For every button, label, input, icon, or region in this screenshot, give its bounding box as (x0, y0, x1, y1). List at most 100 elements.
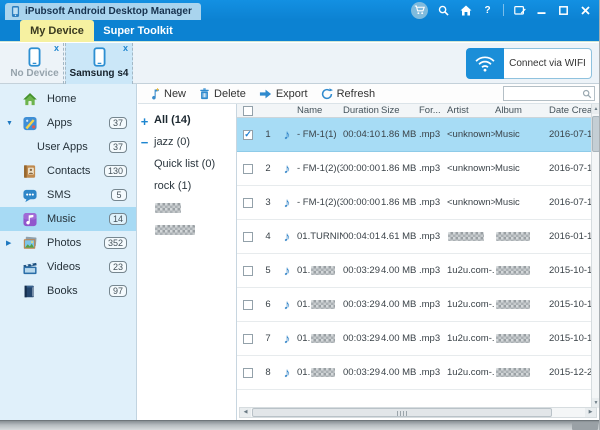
column-header-date-created[interactable]: Date Crea... (549, 105, 591, 116)
device-tab-samsung-s4[interactable]: x Samsung s4 (65, 43, 133, 84)
blurred-text (311, 300, 335, 309)
scroll-grip (397, 411, 407, 416)
window-bottom-frame (0, 420, 600, 430)
vertical-scrollbar[interactable]: ▲ ▼ (591, 104, 600, 408)
sidebar-item-photos[interactable]: ▶Photos352 (0, 231, 136, 255)
expand-icon[interactable]: ▶ (0, 239, 14, 247)
playlist-item[interactable]: All (14) (151, 109, 236, 131)
search-icon[interactable] (437, 4, 450, 17)
search-icon[interactable] (582, 89, 594, 99)
playlist-item[interactable]: Quick list (0) (151, 153, 236, 175)
row-checkbox[interactable] (243, 334, 253, 344)
sidebar-item-apps[interactable]: ▼Apps37 (0, 111, 136, 135)
remove-playlist-button[interactable]: − (138, 136, 151, 149)
resize-grip[interactable] (572, 423, 598, 430)
videos-icon (22, 259, 40, 275)
table-row[interactable]: 2♪- FM-1(2)(3)...00:00:001.86 MB.mp3<unk… (237, 152, 591, 186)
scroll-right-icon[interactable]: ▶ (585, 408, 596, 417)
column-header-size[interactable]: Size (381, 105, 419, 116)
vertical-scroll-thumb[interactable] (592, 116, 600, 152)
sidebar-item-label: Videos (47, 261, 80, 273)
column-header-album[interactable]: Album (495, 105, 549, 116)
sidebar-item-label: Home (47, 93, 76, 105)
close-device-icon[interactable]: x (54, 44, 59, 53)
home-icon[interactable] (459, 4, 472, 17)
table-row[interactable]: 6♪01.00:03:294.00 MB.mp31u2u.com-...2015… (237, 288, 591, 322)
device-bar: x No Device x Samsung s4 Connect via WIF… (0, 43, 600, 84)
close-device-icon[interactable]: x (123, 44, 128, 53)
playlist-item[interactable]: rock (1) (151, 175, 236, 197)
collapse-icon[interactable]: ▼ (0, 120, 14, 127)
blurred-text (496, 334, 530, 343)
body: Home ▼Apps37User Apps37Contacts130SMS5Mus… (0, 84, 600, 420)
column-header-duration[interactable]: Duration (343, 105, 381, 116)
sidebar-item-sms[interactable]: SMS5 (0, 183, 136, 207)
blurred-text (155, 203, 181, 213)
row-checkbox[interactable] (243, 198, 253, 208)
table-row[interactable]: ✓1♪- FM-1(1)00:04:101.86 MB.mp3<unknown>… (237, 118, 591, 152)
horizontal-scroll-thumb[interactable] (252, 408, 552, 417)
maximize-button[interactable] (557, 4, 570, 17)
contacts-icon (22, 163, 40, 179)
add-playlist-button[interactable]: + (138, 115, 151, 128)
minimize-button[interactable] (535, 4, 548, 17)
playlist-item[interactable] (151, 197, 236, 219)
count-badge: 130 (104, 165, 127, 177)
app-logo-icon (10, 5, 21, 18)
row-checkbox[interactable]: ✓ (243, 130, 253, 140)
sidebar-item-home[interactable]: Home (0, 87, 136, 111)
row-checkbox[interactable] (243, 300, 253, 310)
column-header-name[interactable]: Name (297, 105, 343, 116)
music-note-icon: ♪ (284, 229, 291, 244)
column-header-format[interactable]: For... (419, 105, 447, 116)
delete-button[interactable]: Delete (199, 88, 246, 100)
help-icon[interactable]: ? (481, 4, 494, 17)
cart-icon[interactable] (411, 2, 428, 19)
apps-icon (22, 115, 40, 131)
feedback-icon[interactable] (513, 4, 526, 17)
count-badge: 97 (109, 285, 127, 297)
close-button[interactable] (579, 4, 592, 17)
titlebar-divider (503, 4, 504, 16)
table-row[interactable]: 5♪01.00:03:294.00 MB.mp31u2u.com-...2015… (237, 254, 591, 288)
sidebar-item-contacts[interactable]: Contacts130 (0, 159, 136, 183)
new-button[interactable]: New (151, 88, 186, 100)
playlist-item[interactable]: jazz (0) (151, 131, 236, 153)
search-input[interactable] (504, 89, 582, 99)
tab-my-device[interactable]: My Device (20, 20, 94, 42)
nav-tab-bar: My Device Super Toolkit (0, 20, 600, 42)
column-header-artist[interactable]: Artist (447, 105, 495, 116)
row-checkbox[interactable] (243, 266, 253, 276)
table-row[interactable]: 4♪01.TURNING00:04:014.61 MB.mp32016-01-1 (237, 220, 591, 254)
blurred-text (311, 334, 335, 343)
scroll-up-icon[interactable]: ▲ (592, 104, 600, 114)
music-note-icon: ♪ (284, 161, 291, 176)
table-header: Name Duration Size For... Artist Album D… (237, 104, 591, 118)
connect-wifi-button[interactable]: Connect via WIFI (466, 48, 592, 79)
sidebar-item-music[interactable]: Music14 (0, 207, 136, 231)
blurred-text (496, 266, 530, 275)
tab-super-toolkit[interactable]: Super Toolkit (96, 20, 180, 42)
export-button[interactable]: Export (259, 88, 308, 100)
row-checkbox[interactable] (243, 368, 253, 378)
sidebar-item-books[interactable]: Books97 (0, 279, 136, 303)
table-row[interactable]: 7♪01.00:03:294.00 MB.mp31u2u.com-...2015… (237, 322, 591, 356)
row-checkbox[interactable] (243, 232, 253, 242)
sidebar-item-videos[interactable]: Videos23 (0, 255, 136, 279)
music-note-icon: ♪ (284, 297, 291, 312)
select-all-checkbox[interactable] (243, 106, 253, 116)
count-badge: 37 (109, 117, 127, 129)
refresh-button[interactable]: Refresh (321, 88, 376, 100)
photos-icon (22, 235, 40, 251)
row-checkbox[interactable] (243, 164, 253, 174)
device-tab-no-device[interactable]: x No Device (6, 43, 64, 84)
sidebar-item-user-apps[interactable]: User Apps37 (0, 135, 136, 159)
music-note-icon: ♪ (284, 331, 291, 346)
table-row[interactable]: 3♪- FM-1(2)(3)...00:00:001.86 MB.mp3<unk… (237, 186, 591, 220)
playlist-item[interactable] (151, 219, 236, 241)
table-row[interactable]: 8♪01.00:03:294.00 MB.mp31u2u.com-...2015… (237, 356, 591, 390)
horizontal-scrollbar[interactable]: ◀ ▶ (239, 407, 597, 418)
sidebar-item-label: Photos (47, 237, 81, 249)
home-icon (22, 91, 40, 107)
scroll-left-icon[interactable]: ◀ (240, 408, 251, 417)
